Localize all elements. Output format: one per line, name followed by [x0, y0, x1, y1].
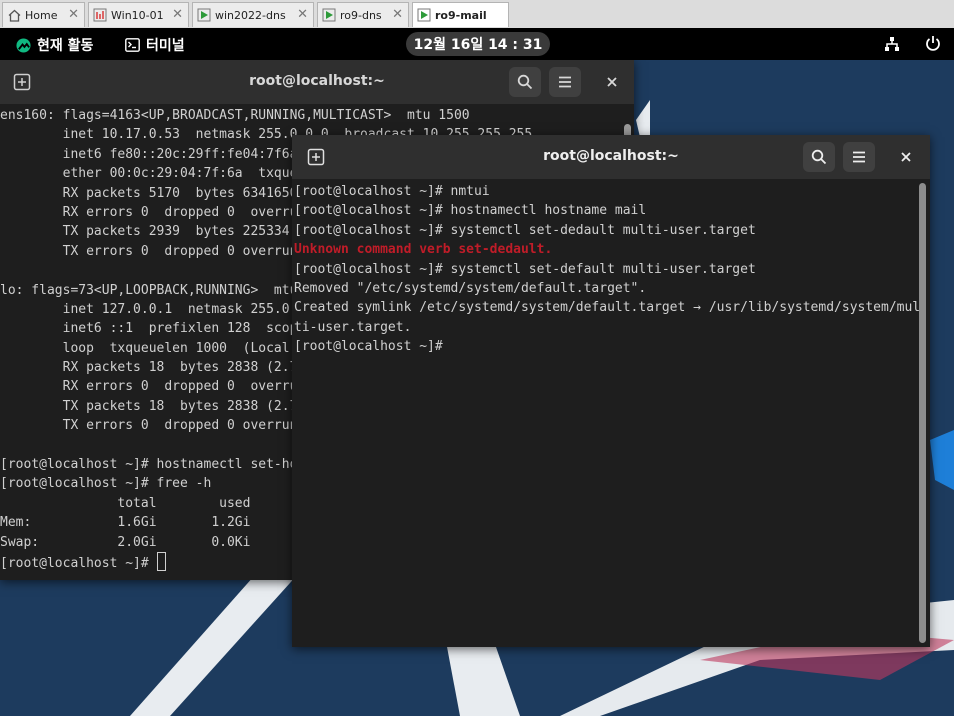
tab-label: Home	[25, 8, 58, 22]
terminal-output[interactable]: [root@localhost ~]# nmtui [root@localhost…	[294, 182, 930, 647]
vm-icon	[93, 8, 107, 22]
close-icon[interactable]: ✕	[68, 7, 79, 22]
close-icon[interactable]: ✕	[297, 7, 308, 22]
terminal-line: Created symlink /etc/systemd/system/defa…	[294, 300, 921, 316]
terminal-prompt: [root@localhost ~]#	[0, 555, 157, 571]
app-name: 터미널	[146, 38, 185, 54]
close-icon[interactable]: ✕	[392, 7, 403, 22]
close-icon	[901, 152, 911, 162]
rocky-logo-icon	[16, 37, 31, 53]
close-icon[interactable]: ✕	[172, 7, 183, 22]
close-button[interactable]	[597, 67, 627, 97]
terminal-line: [root@localhost ~]# hostnamectl hostname…	[294, 203, 647, 219]
tab-home[interactable]: Home ✕	[2, 2, 85, 27]
gnome-top-bar: 현재 활동 터미널 12월 16일 14 : 31	[0, 28, 954, 60]
terminal-header: root@localhost:~	[292, 135, 930, 179]
clock-text: 12월 16일 14 : 31	[413, 37, 543, 53]
scrollbar[interactable]	[919, 183, 926, 643]
text-cursor	[156, 551, 166, 571]
activities-button[interactable]: 현재 활동	[16, 35, 93, 55]
terminal-window-front[interactable]: root@localhost:~ [root@localhost ~]# nmt…	[292, 135, 930, 647]
close-icon	[607, 77, 617, 87]
vm-tab-bar: Home ✕ Win10-01 ✕ win2022-dns ✕ ro9-dns …	[0, 0, 954, 29]
terminal-line: [root@localhost ~]# systemctl set-defaul…	[294, 261, 756, 277]
close-button[interactable]	[891, 142, 921, 172]
hamburger-icon	[853, 151, 865, 163]
terminal-header: root@localhost:~	[0, 60, 634, 104]
network-icon[interactable]	[884, 36, 900, 56]
terminal-line: ti-user.target.	[294, 319, 412, 335]
tab-label: ro9-dns	[340, 8, 382, 22]
search-button[interactable]	[509, 67, 541, 97]
tab-win10-01[interactable]: Win10-01 ✕	[88, 2, 189, 27]
app-menu-terminal[interactable]: 터미널	[125, 35, 185, 55]
search-icon	[517, 74, 533, 90]
vm-running-icon	[322, 8, 336, 22]
tab-ro9-dns[interactable]: ro9-dns ✕	[317, 2, 409, 27]
power-icon[interactable]	[925, 35, 941, 55]
desktop-background: root@localhost:~ ens160: flags=4163<UP,B…	[0, 60, 954, 716]
terminal-icon	[125, 38, 140, 52]
activities-label: 현재 활동	[37, 38, 94, 54]
vm-running-icon	[197, 8, 211, 22]
terminal-line: Removed "/etc/systemd/system/default.tar…	[294, 280, 647, 296]
tab-win2022-dns[interactable]: win2022-dns ✕	[192, 2, 314, 27]
hamburger-icon	[559, 76, 571, 88]
terminal-line: [root@localhost ~]#	[294, 339, 451, 355]
terminal-line: ens160: flags=4163<UP,BROADCAST,RUNNING,…	[0, 108, 470, 123]
search-icon	[811, 149, 827, 165]
error-line: Unknown command verb set-dedault.	[294, 242, 553, 258]
terminal-line: [root@localhost ~]# nmtui	[294, 184, 490, 199]
search-button[interactable]	[803, 142, 835, 172]
menu-button[interactable]	[843, 142, 875, 172]
clock[interactable]: 12월 16일 14 : 31	[406, 32, 550, 56]
home-icon	[7, 8, 21, 22]
tab-ro9-mail[interactable]: ro9-mail	[412, 2, 509, 27]
menu-button[interactable]	[549, 67, 581, 97]
terminal-line: [root@localhost ~]# systemctl set-dedaul…	[294, 222, 756, 238]
vm-running-icon	[417, 8, 431, 22]
tab-label: Win10-01	[111, 8, 164, 22]
tab-label: ro9-mail	[435, 8, 487, 22]
tab-label: win2022-dns	[215, 8, 286, 22]
